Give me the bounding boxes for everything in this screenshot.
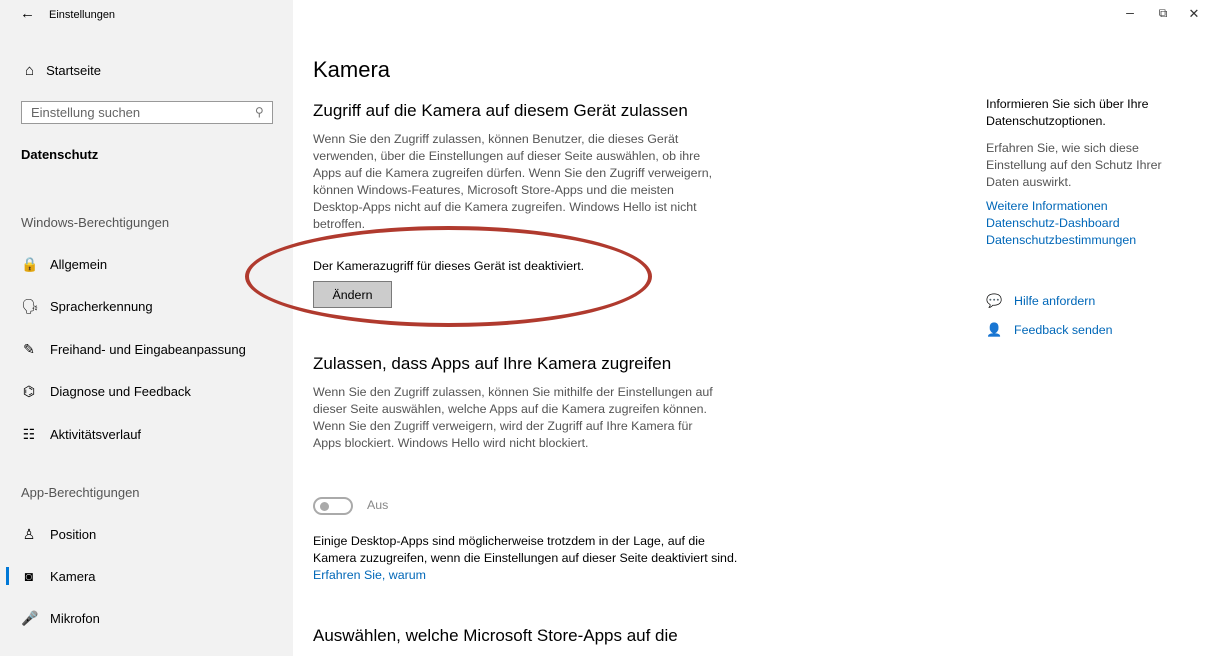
- section-heading-store-apps: Auswählen, welche Microsoft Store-Apps a…: [313, 626, 678, 645]
- active-indicator: [6, 567, 9, 585]
- search-icon[interactable]: ⚲: [255, 105, 264, 119]
- send-feedback-label: Feedback senden: [1014, 323, 1113, 337]
- highlight-ellipse: [245, 226, 652, 327]
- speech-icon: 🗣: [21, 297, 39, 314]
- microphone-icon: 🎤: [21, 609, 39, 626]
- sidebar-item-label: Freihand- und Eingabeanpassung: [50, 341, 246, 357]
- section-description-app-access: Wenn Sie den Zugriff zulassen, können Si…: [313, 385, 713, 450]
- location-icon: ♙: [22, 525, 36, 542]
- section-heading-device-access: Zugriff auf die Kamera auf diesem Gerät …: [313, 101, 688, 120]
- learn-why-link[interactable]: Erfahren Sie, warum: [313, 568, 426, 582]
- inking-icon: ✎: [23, 340, 35, 357]
- help-chat-icon: 💬: [986, 293, 1003, 308]
- send-feedback-link[interactable]: 👤 Feedback senden: [986, 322, 1113, 338]
- sidebar-item-home[interactable]: ⌂ Startseite: [25, 62, 101, 79]
- diagnostics-icon: ⌬: [22, 382, 36, 399]
- group-label-apps: App-Berechtigungen: [21, 485, 140, 500]
- timeline-icon: ☷: [22, 425, 36, 442]
- section-description-device-access: Wenn Sie den Zugriff zulassen, können Be…: [313, 132, 713, 231]
- search-box[interactable]: ⚲: [21, 101, 273, 124]
- sidebar-item-aktivitaetsverlauf[interactable]: ☷ Aktivitätsverlauf: [21, 422, 141, 446]
- group-label-windows: Windows-Berechtigungen: [21, 215, 170, 230]
- get-help-label: Hilfe anfordern: [1014, 294, 1096, 308]
- sidebar-item-position[interactable]: ♙ Position: [21, 522, 97, 546]
- more-info-link[interactable]: Weitere Informationen: [986, 199, 1108, 213]
- note-text: Einige Desktop-Apps sind möglicherweise …: [313, 534, 738, 565]
- sidebar: ← Einstellungen ⌂ Startseite ⚲ Datenschu…: [0, 0, 293, 656]
- sidebar-item-label: Spracherkennung: [50, 298, 153, 314]
- feedback-icon: 👤: [986, 322, 1003, 337]
- restore-icon[interactable]: ⧉: [1148, 6, 1178, 21]
- app-access-toggle[interactable]: [313, 497, 353, 515]
- sidebar-item-diagnose[interactable]: ⌬ Diagnose und Feedback: [21, 379, 191, 403]
- get-help-link[interactable]: 💬 Hilfe anfordern: [986, 293, 1095, 309]
- lock-icon: 🔒: [21, 255, 39, 272]
- sidebar-item-mikrofon[interactable]: 🎤 Mikrofon: [21, 606, 100, 630]
- sidebar-item-label: Allgemein: [50, 256, 108, 272]
- sidebar-item-label: Mikrofon: [50, 610, 100, 626]
- search-input[interactable]: [22, 102, 251, 123]
- home-label: Startseite: [46, 63, 101, 78]
- sidebar-item-label: Diagnose und Feedback: [50, 383, 191, 399]
- home-icon: ⌂: [25, 62, 35, 79]
- sidebar-item-freihand[interactable]: ✎ Freihand- und Eingabeanpassung: [21, 337, 246, 361]
- privacy-statement-link[interactable]: Datenschutzbestimmungen: [986, 233, 1136, 247]
- section-title: Datenschutz: [21, 147, 99, 162]
- minimize-icon[interactable]: –: [1115, 4, 1145, 20]
- sidebar-item-spracherkennung[interactable]: 🗣 Spracherkennung: [21, 294, 153, 318]
- toggle-knob: [320, 502, 329, 511]
- privacy-dashboard-link[interactable]: Datenschutz-Dashboard: [986, 216, 1120, 230]
- camera-status-text: Der Kamerazugriff für dieses Gerät ist d…: [313, 259, 585, 273]
- privacy-options-text: Erfahren Sie, wie sich diese Einstellung…: [986, 141, 1162, 189]
- sidebar-item-label: Aktivitätsverlauf: [50, 426, 142, 442]
- sidebar-item-label: Position: [50, 526, 97, 542]
- sidebar-item-kamera[interactable]: ◙ Kamera: [21, 564, 96, 588]
- change-button[interactable]: Ändern: [313, 281, 392, 308]
- close-icon[interactable]: ✕: [1179, 6, 1209, 22]
- sidebar-item-label: Kamera: [50, 568, 96, 584]
- window-title: Einstellungen: [49, 9, 116, 21]
- toggle-state-label: Aus: [367, 498, 389, 512]
- sidebar-item-allgemein[interactable]: 🔒 Allgemein: [21, 252, 107, 276]
- privacy-options-title: Informieren Sie sich über Ihre Datenschu…: [986, 97, 1149, 128]
- desktop-apps-note: Einige Desktop-Apps sind möglicherweise …: [313, 533, 743, 584]
- main-content: – ⧉ ✕ Kamera Zugriff auf die Kamera auf …: [245, 0, 1215, 656]
- back-arrow-icon[interactable]: ←: [20, 5, 35, 22]
- page-title: Kamera: [313, 57, 391, 82]
- camera-icon: ◙: [24, 568, 34, 584]
- section-heading-app-access: Zulassen, dass Apps auf Ihre Kamera zugr…: [313, 354, 672, 373]
